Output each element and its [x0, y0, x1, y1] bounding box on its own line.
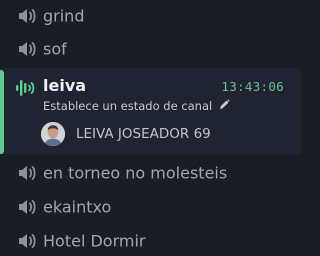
- channel-name: Hotel Dormir: [43, 231, 146, 251]
- pencil-icon: [216, 99, 230, 113]
- voice-channel-hotel-dormir[interactable]: Hotel Dormir: [0, 226, 301, 256]
- speaker-icon: [16, 163, 38, 183]
- channel-name: leiva: [43, 76, 87, 95]
- status-prompt: Establece un estado de canal: [43, 99, 213, 113]
- voice-channel-en-torneo[interactable]: en torneo no molesteis: [0, 158, 301, 188]
- voice-member[interactable]: LEIVA JOSEADOR 69: [41, 120, 211, 147]
- voice-active-icon: [14, 77, 38, 99]
- call-timer: 13:43:06: [221, 79, 284, 94]
- avatar: [41, 121, 65, 146]
- channel-name: ekaintxo: [43, 197, 112, 217]
- channel-name: grind: [43, 6, 85, 26]
- speaker-icon: [16, 39, 38, 59]
- set-channel-status-button[interactable]: Establece un estado de canal: [43, 99, 230, 113]
- active-voice-channel[interactable]: leiva 13:43:06 Establece un estado de ca…: [0, 68, 301, 154]
- voice-channel-sof[interactable]: sof: [0, 34, 301, 64]
- member-name: LEIVA JOSEADOR 69: [76, 125, 211, 142]
- channel-name: sof: [43, 39, 67, 59]
- voice-channel-grind[interactable]: grind: [0, 1, 301, 31]
- speaker-icon: [16, 6, 38, 26]
- channel-name: en torneo no molesteis: [43, 163, 228, 183]
- speaker-icon: [16, 197, 38, 217]
- voice-channel-ekaintxo[interactable]: ekaintxo: [0, 192, 301, 222]
- speaker-icon: [16, 231, 38, 251]
- active-indicator: [0, 70, 4, 154]
